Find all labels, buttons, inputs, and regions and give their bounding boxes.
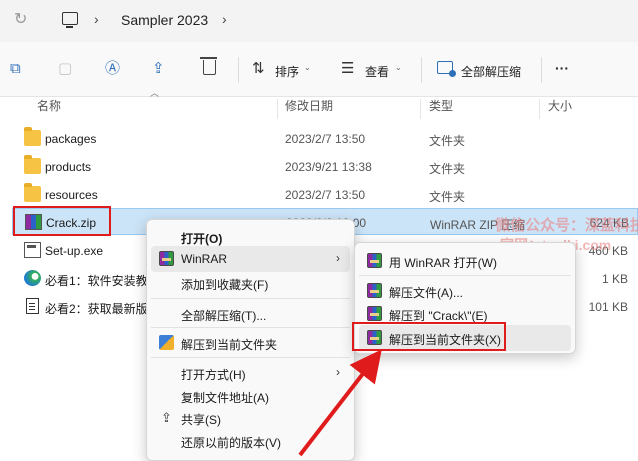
paste-icon[interactable]: ▢ xyxy=(58,60,72,78)
file-name: Set-up.exe xyxy=(45,244,104,258)
file-name: resources xyxy=(45,188,98,202)
winrar-icon xyxy=(367,253,382,268)
exe-icon xyxy=(24,242,41,258)
file-row[interactable]: resources 2023/2/7 13:50 文件夹 xyxy=(12,181,638,208)
menu-item-extract-all[interactable]: 全部解压缩(T)... xyxy=(151,301,350,327)
extract-all-button[interactable]: 全部解压缩 xyxy=(461,63,521,80)
file-date: 2023/2/7 13:50 xyxy=(285,132,366,146)
file-name: 必看2：获取最新版 xyxy=(45,302,148,316)
edge-icon xyxy=(24,270,41,286)
menu-item-add-favorites[interactable]: 添加到收藏夹(F) xyxy=(151,270,350,296)
chevron-right-icon: › xyxy=(336,365,340,379)
column-header-date[interactable]: 修改日期 xyxy=(285,97,333,119)
file-date: 2023/2/7 13:50 xyxy=(285,188,366,202)
breadcrumb-chevron-icon[interactable]: › xyxy=(94,11,99,27)
column-header-type[interactable]: 类型 xyxy=(429,97,453,119)
submenu-item-open-with-winrar[interactable]: 用 WinRAR 打开(W) xyxy=(359,248,571,274)
extract-icon xyxy=(159,335,174,350)
highlight-box xyxy=(13,206,111,236)
file-name: 必看1：软件安装教 xyxy=(45,274,148,288)
rename-icon[interactable]: Ⓐ xyxy=(105,60,120,78)
file-type: 文件夹 xyxy=(429,190,466,204)
extract-all-icon xyxy=(437,61,456,77)
view-button[interactable]: 查看 xyxy=(365,63,389,80)
folder-icon xyxy=(24,183,41,202)
command-bar: ⧉ ▢ Ⓐ ⇪ ⇅ 排序 ⌄ ☰ 查看 ⌄ 全部解压缩 ··· xyxy=(0,42,638,97)
file-type: 文件夹 xyxy=(429,162,466,176)
file-row[interactable]: packages 2023/2/7 13:50 文件夹 xyxy=(12,125,638,152)
document-icon xyxy=(26,298,39,314)
menu-item-restore-versions[interactable]: 还原以前的版本(V) xyxy=(151,428,350,454)
sort-icon[interactable]: ⇅ xyxy=(252,60,265,78)
delete-icon[interactable] xyxy=(200,57,217,75)
file-name: packages xyxy=(45,132,97,146)
menu-item-winrar[interactable]: WinRAR › xyxy=(151,246,350,272)
column-header-name[interactable]: 名称 xyxy=(37,97,61,119)
chevron-down-icon: ⌄ xyxy=(304,63,311,72)
file-name: products xyxy=(45,160,92,174)
share-icon: ⇪ xyxy=(161,410,172,425)
winrar-icon xyxy=(159,251,174,266)
winrar-icon xyxy=(367,283,382,298)
file-row[interactable]: products 2023/9/21 13:38 文件夹 xyxy=(12,153,638,180)
watermark-line1: 微信公众号：深蓝科技 xyxy=(495,217,638,234)
winrar-icon xyxy=(367,306,382,321)
this-pc-icon[interactable] xyxy=(62,12,78,28)
chevron-down-icon: ⌄ xyxy=(395,63,402,72)
more-options-button[interactable]: ··· xyxy=(555,60,569,76)
file-type: 文件夹 xyxy=(429,134,466,148)
folder-icon xyxy=(24,155,41,174)
sort-button[interactable]: 排序 xyxy=(275,63,299,80)
address-bar: ↻ › Sampler 2023 › xyxy=(0,0,638,42)
view-icon[interactable]: ☰ xyxy=(341,60,354,78)
sort-ascending-icon: ︿ xyxy=(150,88,160,98)
folder-icon xyxy=(24,127,41,146)
share-icon[interactable]: ⇪ xyxy=(152,60,165,78)
column-header-size[interactable]: 大小 xyxy=(548,97,572,119)
breadcrumb-location[interactable]: Sampler 2023 xyxy=(121,12,208,28)
refresh-icon[interactable]: ↻ xyxy=(14,9,27,29)
chevron-right-icon: › xyxy=(336,251,340,265)
breadcrumb-chevron-icon[interactable]: › xyxy=(222,11,227,27)
highlight-box xyxy=(352,322,506,351)
copy-icon[interactable]: ⧉ xyxy=(10,60,21,78)
menu-item-extract-here[interactable]: 解压到当前文件夹 xyxy=(151,330,350,356)
file-date: 2023/9/21 13:38 xyxy=(285,160,372,174)
context-menu: 打开(O) WinRAR › 添加到收藏夹(F) 全部解压缩(T)... 解压到… xyxy=(146,219,355,461)
